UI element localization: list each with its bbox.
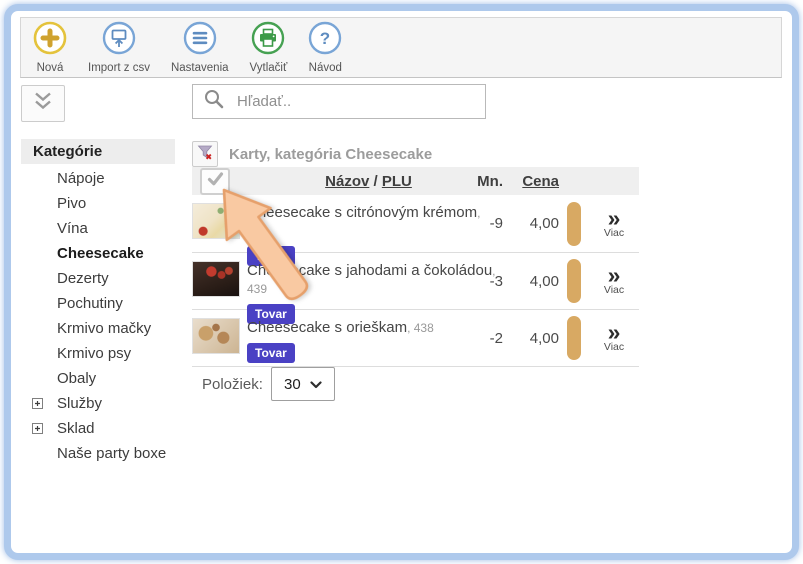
toolbar-button-label: Import z csv [88, 62, 150, 74]
products-table: Názov / PLU Mn. Cena Cheesecake s citrón… [192, 167, 639, 367]
filter-remove-icon [197, 144, 213, 165]
app-window: Nová Import z csv Nastavenia [4, 4, 799, 560]
new-card-button[interactable]: Nová [33, 21, 67, 74]
plus-icon [33, 21, 67, 60]
toolbar-button-label: Nastavenia [171, 62, 229, 74]
help-icon: ? [308, 21, 342, 60]
expand-plus-icon[interactable] [32, 398, 43, 409]
settings-icon [183, 21, 217, 60]
toolbar: Nová Import z csv Nastavenia [20, 17, 782, 78]
product-thumbnail [192, 318, 240, 354]
price-value: 4,00 [503, 195, 559, 252]
product-type-badge: Tovar [247, 343, 295, 363]
sort-by-name-link[interactable]: Názov [325, 173, 369, 190]
svg-text:?: ? [320, 29, 330, 48]
more-button[interactable]: » Viac [589, 253, 639, 309]
quantity-value: -9 [441, 195, 503, 252]
category-list: Nápoje Pivo Vína Cheesecake Dezerty Poch… [11, 166, 191, 466]
product-name: Cheesecake s orieškam [247, 319, 407, 336]
sidebar-collapse-button[interactable] [21, 85, 65, 122]
print-button[interactable]: Vytlačiť [250, 21, 288, 74]
price-value: 4,00 [503, 253, 559, 309]
quantity-value: -2 [441, 310, 503, 366]
table-row: Cheesecake s jahodami a čokoládou, 439 T… [192, 253, 639, 310]
table-row: Cheesecake s citrónovým krémom, 437 Tova… [192, 195, 639, 253]
items-per-page-select[interactable]: 30 [271, 367, 335, 401]
sort-by-plu-link[interactable]: PLU [382, 173, 412, 190]
sidebar-item-pivo[interactable]: Pivo [11, 191, 191, 216]
expand-plus-icon[interactable] [32, 423, 43, 434]
column-header-mn: Mn. [441, 173, 503, 190]
stock-bar [567, 259, 581, 303]
sidebar-item-dezerty[interactable]: Dezerty [11, 266, 191, 291]
stock-bar [567, 202, 581, 246]
sidebar-item-obaly[interactable]: Obaly [11, 366, 191, 391]
product-thumbnail [192, 261, 240, 297]
sidebar-item-sklad[interactable]: Sklad [11, 416, 191, 441]
items-per-page-label: Položiek: [202, 376, 263, 393]
import-csv-icon [102, 21, 136, 60]
double-chevron-right-icon: » [608, 209, 621, 227]
printer-icon [251, 21, 285, 60]
column-header-cena: Cena [503, 173, 559, 190]
import-csv-button[interactable]: Import z csv [88, 21, 150, 74]
toolbar-button-label: Vytlačiť [250, 62, 288, 74]
double-chevron-right-icon: » [608, 323, 621, 341]
table-row: Cheesecake s orieškam, 438 Tovar -2 4,00… [192, 310, 639, 367]
double-chevron-right-icon: » [608, 266, 621, 284]
sidebar-item-sluzby[interactable]: Služby [11, 391, 191, 416]
chevrons-down-icon [30, 92, 56, 115]
table-header: Názov / PLU Mn. Cena [192, 167, 639, 195]
price-value: 4,00 [503, 310, 559, 366]
sidebar-item-krmivo-psy[interactable]: Krmivo psy [11, 341, 191, 366]
settings-button[interactable]: Nastavenia [171, 21, 229, 74]
page-title: Karty, kategória Cheesecake [229, 146, 432, 163]
stock-bar [567, 316, 581, 360]
select-all-checkbox[interactable] [200, 168, 230, 195]
quantity-value: -3 [441, 253, 503, 309]
chevron-down-icon [310, 376, 322, 393]
checkmark-icon [207, 172, 224, 190]
title-row: Karty, kategória Cheesecake [192, 141, 432, 167]
clear-filter-button[interactable] [192, 141, 218, 167]
pagination: Položiek: 30 [202, 367, 335, 401]
sidebar-header-kategorie[interactable]: Kategórie [21, 139, 175, 164]
sidebar: Kategórie Nápoje Pivo Vína Cheesecake De… [11, 139, 191, 466]
search-input[interactable] [235, 92, 469, 111]
sidebar-item-napoje[interactable]: Nápoje [11, 166, 191, 191]
sidebar-item-vina[interactable]: Vína [11, 216, 191, 241]
help-button[interactable]: ? Návod [308, 21, 342, 74]
sidebar-item-nase-party-boxe[interactable]: Naše party boxe [11, 441, 191, 466]
more-button[interactable]: » Viac [589, 310, 639, 366]
sidebar-item-krmivo-macky[interactable]: Krmivo mačky [11, 316, 191, 341]
toolbar-button-label: Nová [37, 62, 64, 74]
search-box [192, 84, 486, 119]
sort-by-price-link[interactable]: Cena [522, 173, 559, 190]
search-icon [203, 88, 225, 115]
toolbar-button-label: Návod [309, 62, 342, 74]
product-plu: , 438 [407, 321, 434, 335]
more-button[interactable]: » Viac [589, 195, 639, 252]
column-header-nazov-plu: Názov / PLU [240, 173, 441, 190]
product-thumbnail [192, 203, 240, 239]
sidebar-item-pochutiny[interactable]: Pochutiny [11, 291, 191, 316]
sidebar-item-cheesecake[interactable]: Cheesecake [11, 241, 191, 266]
